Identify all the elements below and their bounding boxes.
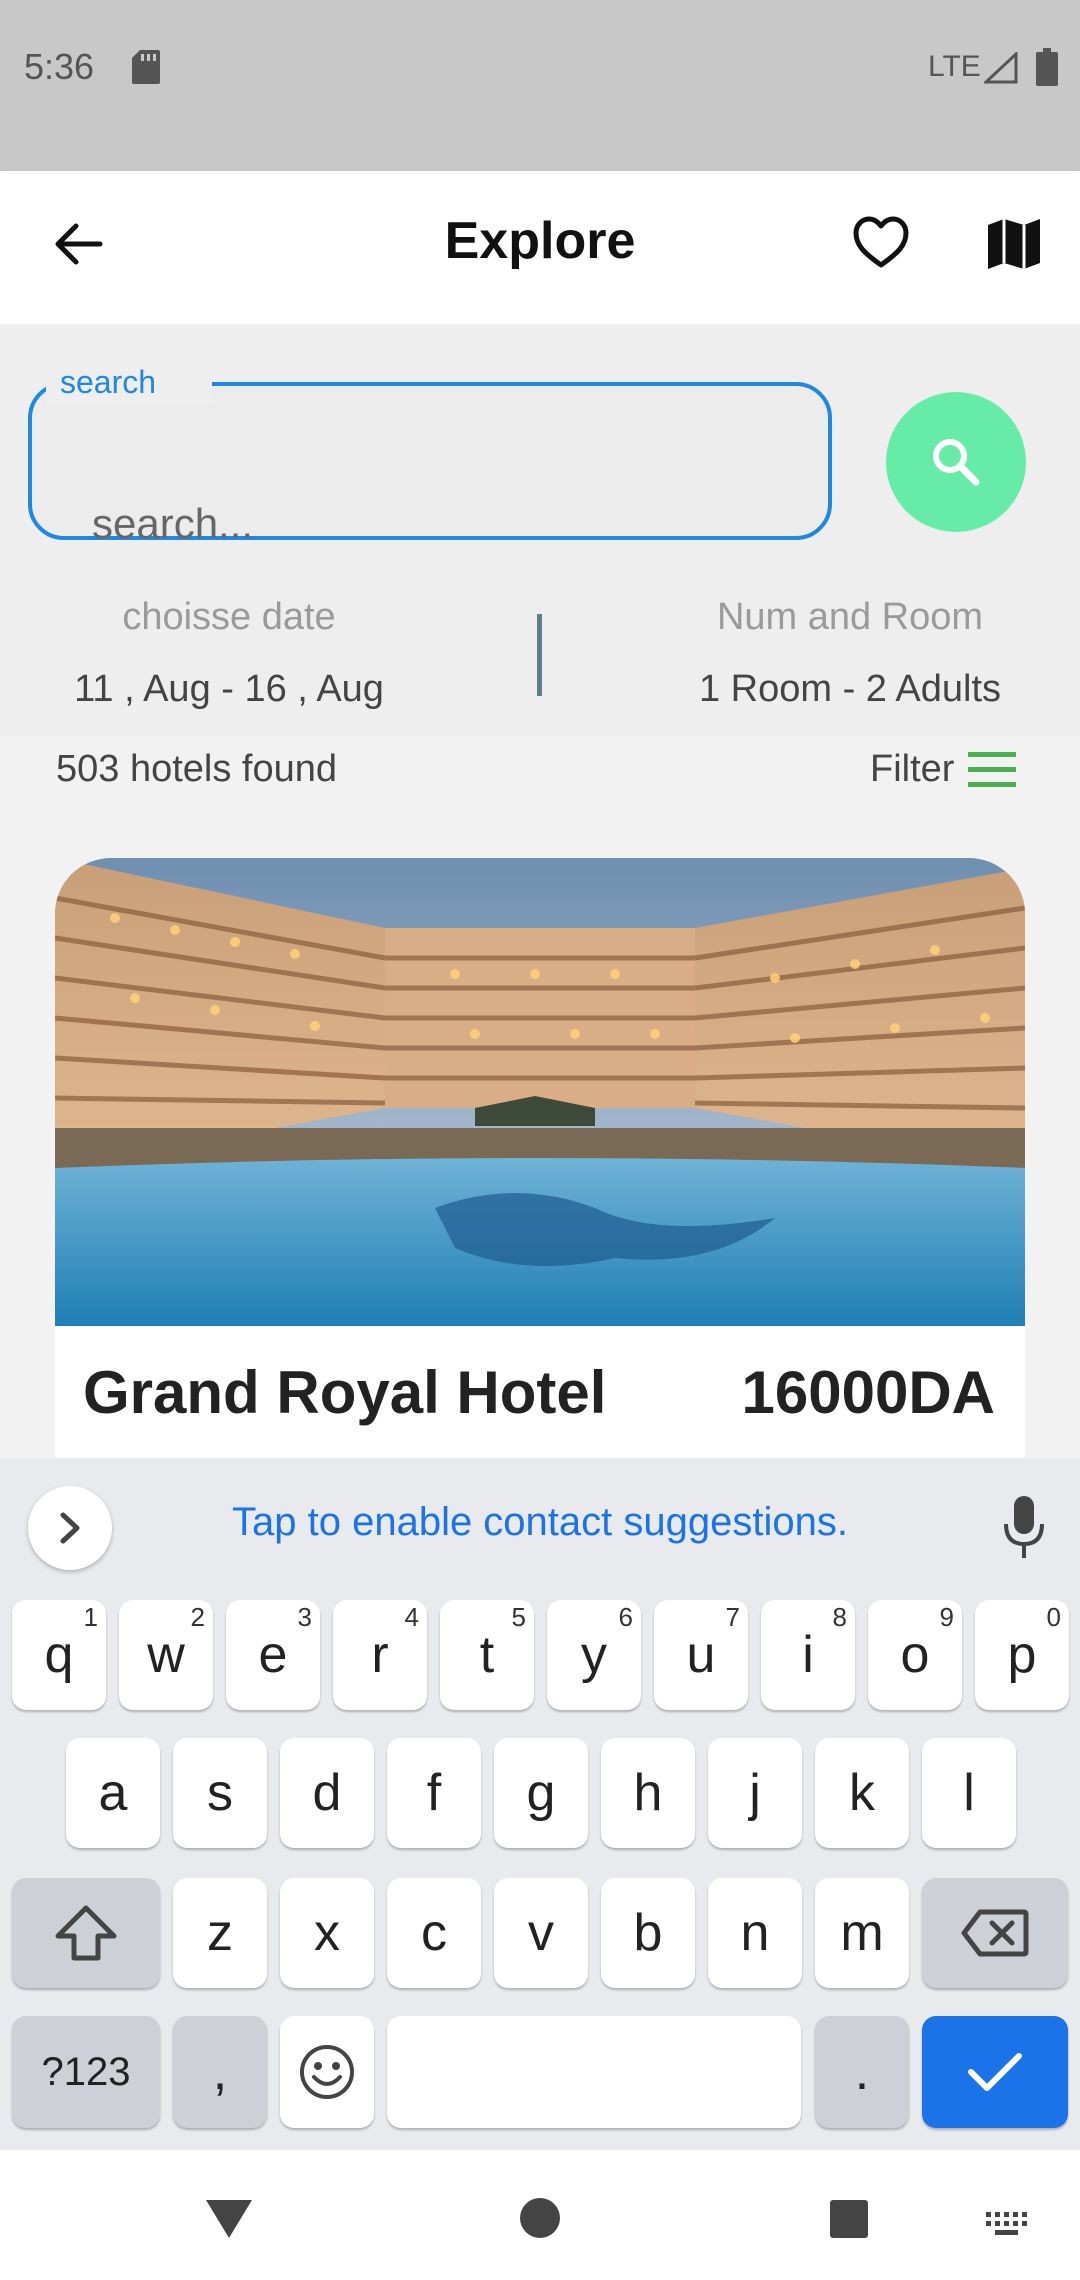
key-r[interactable]: r4 xyxy=(333,1600,427,1710)
key-a[interactable]: a xyxy=(66,1738,160,1848)
key-d[interactable]: d xyxy=(280,1738,374,1848)
symbols-key[interactable]: ?123 xyxy=(12,2016,160,2128)
status-time: 5:36 xyxy=(24,46,95,87)
battery-icon xyxy=(1036,48,1058,86)
key-o[interactable]: o9 xyxy=(868,1600,962,1710)
key-g[interactable]: g xyxy=(494,1738,588,1848)
hotel-name: Grand Royal Hotel xyxy=(83,1359,607,1426)
back-triangle-icon[interactable] xyxy=(204,2198,254,2240)
emoji-key[interactable] xyxy=(280,2016,374,2128)
emoji-icon xyxy=(300,2045,354,2099)
key-m[interactable]: m xyxy=(815,1878,909,1988)
microphone-icon[interactable] xyxy=(1000,1494,1048,1560)
filter-icon[interactable] xyxy=(966,750,1018,790)
hotel-price: 16000DA xyxy=(741,1359,995,1426)
key-n[interactable]: n xyxy=(708,1878,802,1988)
recents-square-icon[interactable] xyxy=(828,2198,870,2240)
key-y[interactable]: y6 xyxy=(547,1600,641,1710)
search-input[interactable] xyxy=(92,494,832,554)
key-f[interactable]: f xyxy=(387,1738,481,1848)
page-title: Explore xyxy=(444,212,636,270)
hotel-card[interactable]: Grand Royal Hotel 16000DA xyxy=(55,858,1025,1458)
room-label: Num and Room xyxy=(716,596,984,638)
shift-key[interactable] xyxy=(12,1878,160,1988)
keyboard-switch-icon[interactable] xyxy=(984,2210,1030,2238)
date-label: choisse date xyxy=(122,596,336,638)
search-panel: search choisse date 11 , Aug - 16 , Aug … xyxy=(0,324,1080,737)
search-field-label: search xyxy=(60,364,157,400)
hotel-photo xyxy=(55,858,1025,1326)
key-e[interactable]: e3 xyxy=(226,1600,320,1710)
room-selector[interactable]: 1 Room - 2 Adults xyxy=(620,668,1080,711)
checkmark-icon xyxy=(968,2053,1022,2091)
home-circle-icon[interactable] xyxy=(518,2196,562,2240)
key-u[interactable]: u7 xyxy=(654,1600,748,1710)
vertical-divider xyxy=(537,614,542,696)
backspace-icon xyxy=(961,1909,1029,1957)
contact-suggestion-prompt[interactable]: Tap to enable contact suggestions. xyxy=(0,1500,1080,1545)
key-i[interactable]: i8 xyxy=(761,1600,855,1710)
done-key[interactable] xyxy=(922,2016,1068,2128)
screen: 5:36 LTE Explore search choisse date 11 … xyxy=(0,0,1080,2280)
key-q[interactable]: q1 xyxy=(12,1600,106,1710)
key-t[interactable]: t5 xyxy=(440,1600,534,1710)
key-p[interactable]: p0 xyxy=(975,1600,1069,1710)
filter-button[interactable]: Filter xyxy=(870,748,954,791)
status-bar: 5:36 LTE xyxy=(0,0,1080,171)
period-key[interactable]: . xyxy=(815,2016,909,2128)
search-button[interactable] xyxy=(886,392,1026,532)
map-icon[interactable] xyxy=(986,217,1042,271)
key-s[interactable]: s xyxy=(173,1738,267,1848)
key-j[interactable]: j xyxy=(708,1738,802,1848)
shift-arrow-icon xyxy=(55,1905,117,1961)
results-count: 503 hotels found xyxy=(56,748,338,790)
key-k[interactable]: k xyxy=(815,1738,909,1848)
key-l[interactable]: l xyxy=(922,1738,1016,1848)
search-icon xyxy=(933,439,980,486)
navigation-bar xyxy=(0,2150,1080,2280)
key-h[interactable]: h xyxy=(601,1738,695,1848)
backspace-key[interactable] xyxy=(922,1878,1068,1988)
comma-key[interactable]: , xyxy=(173,2016,267,2128)
key-v[interactable]: v xyxy=(494,1878,588,1988)
app-bar: Explore xyxy=(0,171,1080,324)
key-b[interactable]: b xyxy=(601,1878,695,1988)
key-c[interactable]: c xyxy=(387,1878,481,1988)
key-w[interactable]: w2 xyxy=(119,1600,213,1710)
network-type: LTE xyxy=(928,50,981,83)
space-key[interactable] xyxy=(387,2016,801,2128)
key-z[interactable]: z xyxy=(173,1878,267,1988)
signal-icon xyxy=(984,52,1018,84)
soft-keyboard: Tap to enable contact suggestions. q1 w2… xyxy=(0,1458,1080,2150)
favorites-heart-icon[interactable] xyxy=(852,215,910,271)
date-selector[interactable]: 11 , Aug - 16 , Aug xyxy=(0,668,458,711)
sd-card-icon xyxy=(132,50,160,84)
key-x[interactable]: x xyxy=(280,1878,374,1988)
